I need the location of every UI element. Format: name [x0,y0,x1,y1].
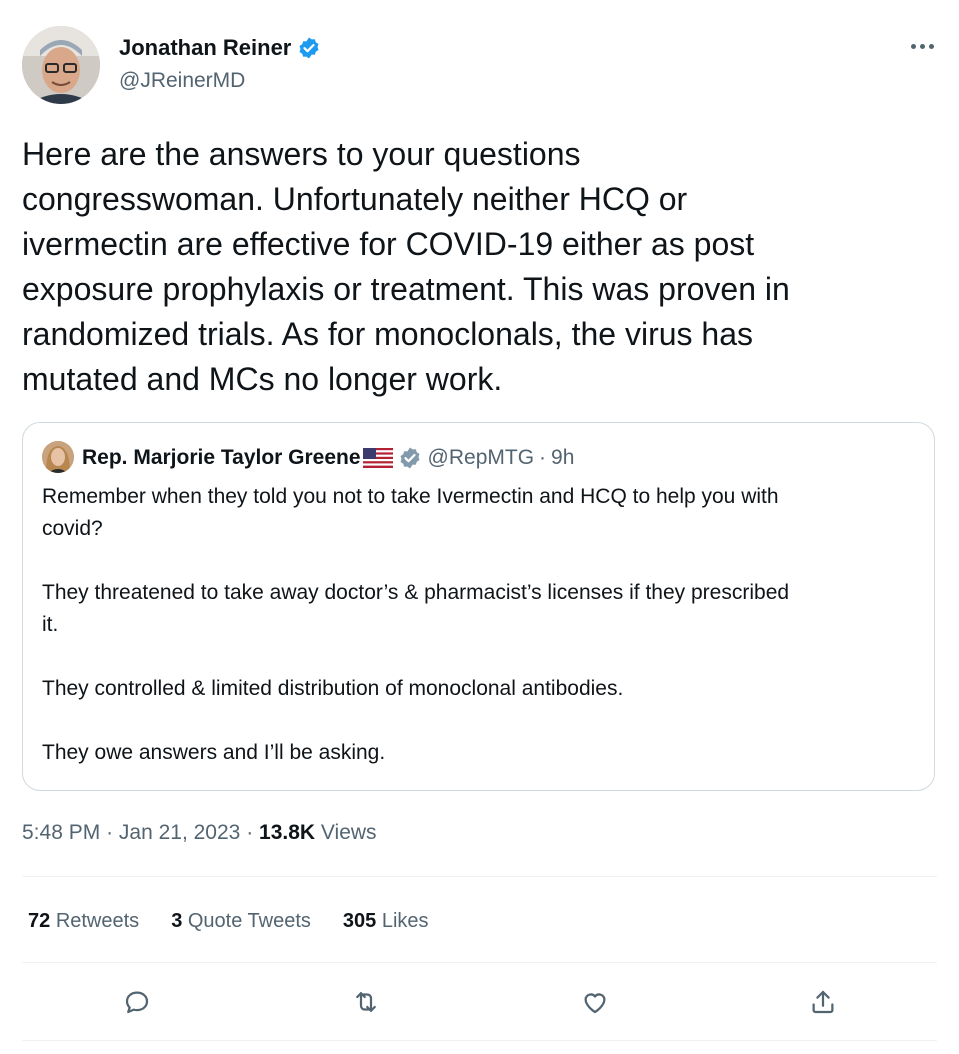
likes-count: 305 [342,910,377,932]
meta-separator: · [106,821,114,844]
retweets-label: Retweets [55,910,140,932]
quoted-separator: · [539,446,547,469]
tweet-date[interactable]: Jan 21, 2023 [119,821,240,844]
like-icon[interactable] [575,982,615,1022]
retweet-icon[interactable] [346,982,386,1022]
quotes-label: Quote Tweets [187,910,311,932]
meta-separator: · [246,821,254,844]
quoted-author-avatar[interactable] [42,441,74,473]
divider [22,1040,937,1041]
tweet-time[interactable]: 5:48 PM [22,821,100,844]
tweet-meta: 5:48 PM · Jan 21, 2023 · 13.8K Views [22,818,377,848]
quotes-count: 3 [171,910,183,932]
author-name[interactable]: Jonathan Reiner [119,35,291,61]
us-flag-icon [362,448,393,468]
gray-verified-badge-icon [398,446,422,470]
likes-label: Likes [381,910,429,932]
tweet-text: Here are the answers to your questions c… [22,136,790,397]
quoted-author-handle[interactable]: @RepMTG [428,446,535,470]
quotes-stat[interactable]: 3 Quote Tweets [171,906,311,936]
verified-badge-icon [297,36,321,60]
author-handle[interactable]: @JReinerMD [119,69,245,93]
author-avatar[interactable] [22,26,100,104]
quoted-tweet-age[interactable]: 9h [551,446,574,470]
divider [22,962,937,963]
quoted-tweet-text: Remember when they told you not to take … [42,485,790,764]
quoted-author-name[interactable]: Rep. Marjorie Taylor Greene [82,446,361,470]
reply-icon[interactable] [117,982,157,1022]
author-name-row[interactable]: Jonathan Reiner [119,35,321,61]
views-label: Views [320,821,377,844]
more-options-icon[interactable] [905,34,939,58]
share-icon[interactable] [803,982,843,1022]
divider [22,876,937,877]
retweets-stat[interactable]: 72 Retweets [28,906,139,936]
retweets-count: 72 [28,910,51,932]
likes-stat[interactable]: 305 Likes [343,906,429,936]
tweet-stats: 72 Retweets 3 Quote Tweets 305 Likes [28,906,429,936]
quoted-tweet-header: Rep. Marjorie Taylor Greene @RepMTG · 9h [82,444,574,472]
views-count: 13.8K [259,821,316,844]
